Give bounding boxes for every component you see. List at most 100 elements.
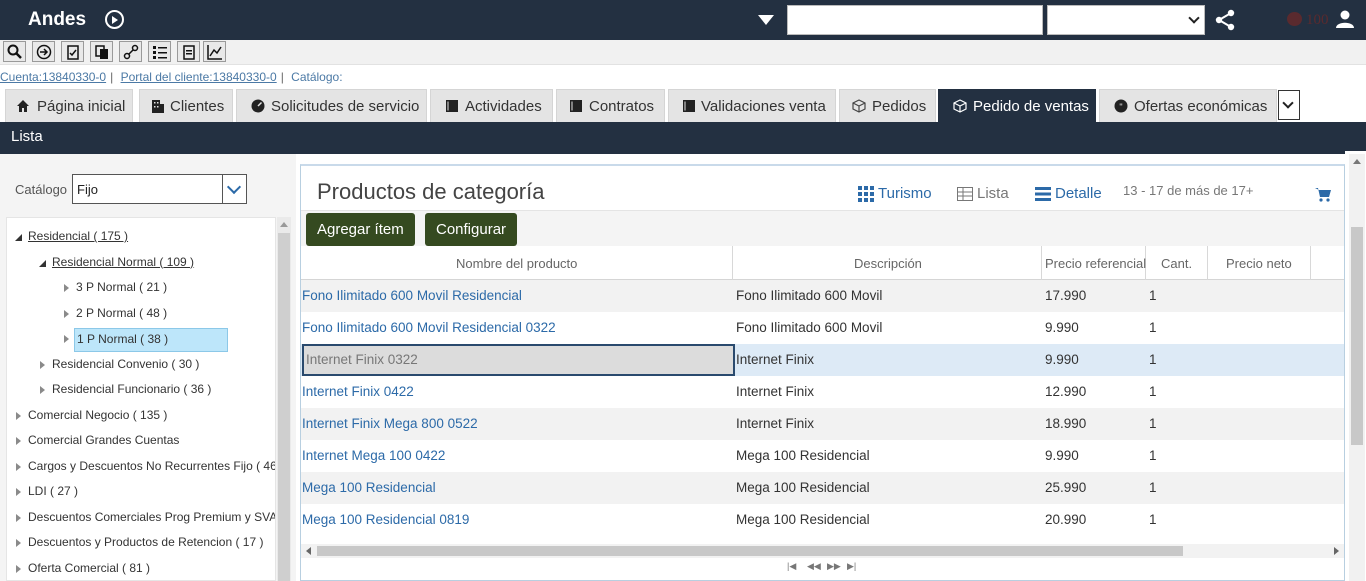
price-cell[interactable]: 9.990 [1045, 440, 1145, 472]
scroll-up-icon[interactable] [280, 222, 288, 227]
expand-icon[interactable] [38, 359, 47, 369]
catalog-select[interactable]: Fijo [72, 174, 247, 204]
collapse-icon[interactable] [38, 257, 47, 267]
scroll-right-icon[interactable] [1334, 547, 1339, 555]
tab-validaciones-venta[interactable]: Validaciones venta [668, 89, 836, 122]
prev-page-icon[interactable]: ◀◀ [807, 561, 821, 572]
table-row[interactable]: Mega 100 Residencial Mega 100 Residencial… [301, 472, 1344, 504]
description-cell[interactable]: Internet Finix [736, 376, 1042, 408]
scroll-up-icon[interactable] [1353, 159, 1361, 164]
notifications[interactable]: 100 [1286, 11, 1332, 31]
copy-icon[interactable] [90, 41, 113, 62]
expand-icon[interactable] [62, 282, 71, 292]
description-cell[interactable]: Internet Finix [736, 408, 1042, 440]
column-header-net-price[interactable]: Precio neto [1208, 246, 1311, 280]
product-name-cell[interactable]: Internet Finix Mega 800 0522 [302, 408, 735, 440]
qty-cell[interactable]: 1 [1149, 408, 1207, 440]
share-icon[interactable] [1214, 9, 1236, 31]
search-input[interactable] [787, 5, 1043, 35]
product-name-cell[interactable]: Fono Ilimitado 600 Movil Residencial [302, 280, 735, 312]
table-row[interactable]: Internet Finix 0422 Internet Finix 12.990 1 [301, 376, 1344, 408]
table-row[interactable]: Internet Mega 100 0422 Mega 100 Residenci… [301, 440, 1344, 472]
price-cell[interactable]: 9.990 [1045, 344, 1145, 376]
qty-cell[interactable]: 1 [1149, 504, 1207, 536]
qty-cell[interactable]: 1 [1149, 312, 1207, 344]
expand-icon[interactable] [14, 512, 23, 522]
column-header-description[interactable]: Descripción [735, 246, 1042, 280]
tree-scrollbar[interactable] [277, 217, 291, 581]
chevron-down-icon[interactable] [222, 175, 246, 203]
last-page-icon[interactable]: ▶| [847, 561, 856, 572]
expand-icon[interactable] [14, 410, 23, 420]
price-cell[interactable]: 9.990 [1045, 312, 1145, 344]
column-header-price[interactable]: Precio referencial [1042, 246, 1146, 280]
product-name-cell[interactable]: Internet Finix 0322 [302, 344, 735, 376]
list-icon[interactable] [148, 41, 171, 62]
product-name-cell[interactable]: Fono Ilimitado 600 Movil Residencial 032… [302, 312, 735, 344]
grid-horizontal-scrollbar[interactable] [301, 544, 1344, 558]
product-name-cell[interactable]: Mega 100 Residencial 0819 [302, 504, 735, 536]
description-cell[interactable]: Mega 100 Residencial [736, 440, 1042, 472]
top-select[interactable] [1047, 5, 1205, 35]
page-scrollbar[interactable] [1349, 154, 1365, 581]
breadcrumb-portal-link[interactable]: Portal del cliente:13840330-0 [121, 70, 277, 84]
table-row[interactable]: Fono Ilimitado 600 Movil Residencial Fono… [301, 280, 1344, 312]
table-row[interactable]: Mega 100 Residencial 0819 Mega 100 Reside… [301, 504, 1344, 536]
product-name-cell[interactable]: Internet Finix 0422 [302, 376, 735, 408]
expand-icon[interactable] [62, 333, 71, 343]
expand-icon[interactable] [38, 384, 47, 394]
scroll-left-icon[interactable] [306, 547, 311, 555]
navigate-icon[interactable] [32, 41, 55, 62]
expand-icon[interactable] [14, 486, 23, 496]
price-cell[interactable]: 12.990 [1045, 376, 1145, 408]
chart-icon[interactable] [203, 41, 226, 62]
tab-pagina-inicial[interactable]: Página inicial [5, 89, 133, 122]
price-cell[interactable]: 18.990 [1045, 408, 1145, 440]
cart-icon[interactable] [1315, 186, 1331, 202]
expand-icon[interactable] [14, 537, 23, 547]
description-cell[interactable]: Mega 100 Residencial [736, 472, 1042, 504]
tab-clientes[interactable]: Clientes [139, 89, 233, 122]
clipboard-icon[interactable] [177, 41, 200, 62]
table-row[interactable]: Fono Ilimitado 600 Movil Residencial 032… [301, 312, 1344, 344]
description-cell[interactable]: Fono Ilimitado 600 Movil [736, 312, 1042, 344]
next-page-icon[interactable]: ▶▶ [827, 561, 841, 572]
table-row[interactable]: Internet Finix 0322 Internet Finix 9.990 1 [301, 344, 1344, 376]
qty-cell[interactable]: 1 [1149, 280, 1207, 312]
tab-pedido-de-ventas[interactable]: Pedido de ventas [938, 89, 1096, 122]
search-icon[interactable] [3, 41, 26, 62]
link-icon[interactable] [119, 41, 142, 62]
column-header-qty[interactable]: Cant. [1146, 246, 1208, 280]
description-cell[interactable]: Fono Ilimitado 600 Movil [736, 280, 1042, 312]
description-cell[interactable]: Mega 100 Residencial [736, 504, 1042, 536]
tab-contratos[interactable]: Contratos [556, 89, 665, 122]
tab-ofertas-economicas[interactable]: " Ofertas económicas [1099, 89, 1277, 122]
expand-icon[interactable] [14, 461, 23, 471]
description-cell[interactable]: Internet Finix [736, 344, 1042, 376]
dropdown-triangle-icon[interactable] [758, 15, 774, 25]
qty-cell[interactable]: 1 [1149, 344, 1207, 376]
scroll-thumb[interactable] [278, 233, 290, 581]
scroll-thumb[interactable] [317, 546, 1183, 556]
price-cell[interactable]: 17.990 [1045, 280, 1145, 312]
qty-cell[interactable]: 1 [1149, 376, 1207, 408]
first-page-icon[interactable]: |◀ [787, 561, 796, 572]
price-cell[interactable]: 20.990 [1045, 504, 1145, 536]
configure-button[interactable]: Configurar [425, 213, 518, 246]
scroll-thumb[interactable] [1351, 227, 1363, 445]
expand-icon[interactable] [62, 308, 71, 318]
product-name-cell[interactable]: Internet Mega 100 0422 [302, 440, 735, 472]
table-row[interactable]: Internet Finix Mega 800 0522 Internet Fin… [301, 408, 1344, 440]
expand-icon[interactable] [14, 563, 23, 573]
column-header-name[interactable]: Nombre del producto [301, 246, 733, 280]
clipboard-check-icon[interactable] [61, 41, 84, 62]
breadcrumb-account-link[interactable]: Cuenta:13840330-0 [0, 70, 106, 84]
breadcrumb-catalog[interactable]: Catálogo: [291, 70, 342, 84]
product-name-cell[interactable]: Mega 100 Residencial [302, 472, 735, 504]
tab-pedidos[interactable]: Pedidos [839, 89, 936, 122]
qty-cell[interactable]: 1 [1149, 440, 1207, 472]
add-item-button[interactable]: Agregar ítem [306, 213, 415, 246]
price-cell[interactable]: 25.990 [1045, 472, 1145, 504]
expand-icon[interactable] [14, 435, 23, 445]
user-icon[interactable] [1335, 9, 1355, 29]
